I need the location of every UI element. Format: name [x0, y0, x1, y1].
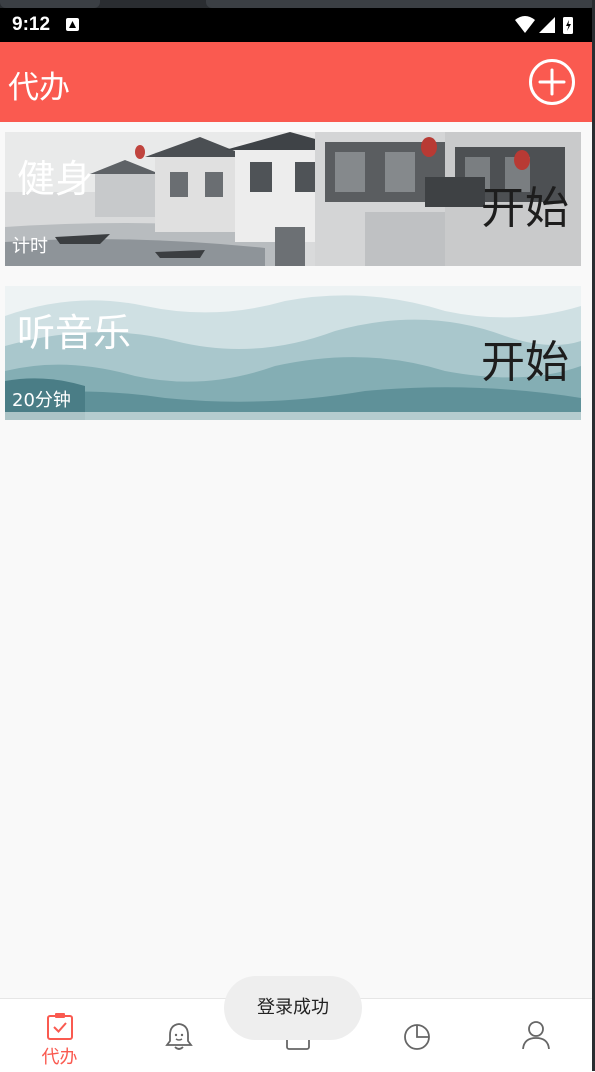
notification-icon: [66, 18, 79, 31]
plus-circle-icon: [529, 59, 575, 105]
app-bar: 代办: [0, 42, 595, 122]
start-button[interactable]: 开始: [481, 172, 569, 236]
nav-item-todo[interactable]: 代办: [0, 999, 119, 1072]
nav-item-profile[interactable]: [476, 999, 595, 1072]
status-time: 9:12: [12, 14, 51, 35]
status-icons: [515, 16, 573, 34]
nav-label-todo: 代办: [41, 1047, 78, 1068]
nav-item-stats[interactable]: [357, 999, 476, 1072]
task-title: 健身: [17, 157, 94, 201]
window-tab: [0, 0, 100, 8]
status-bar: 9:12: [0, 0, 595, 42]
toast-message: 登录成功: [224, 976, 362, 1040]
task-card[interactable]: 听音乐 20分钟 开始: [5, 286, 581, 420]
bell-icon: [165, 1023, 193, 1050]
wifi-icon: [515, 16, 535, 33]
start-button[interactable]: 开始: [481, 326, 569, 390]
task-card[interactable]: 健身 计时 开始: [5, 132, 581, 266]
task-subtitle: 20分钟: [12, 390, 71, 411]
signal-icon: [539, 17, 555, 33]
nav-item-reminder[interactable]: [119, 999, 238, 1072]
task-subtitle: 计时: [12, 236, 48, 257]
add-task-button[interactable]: [528, 58, 576, 106]
page-title: 代办: [8, 70, 70, 106]
window-tab: [206, 0, 595, 8]
task-title: 听音乐: [17, 311, 132, 355]
calendar-check-icon: [47, 1013, 73, 1040]
user-icon: [522, 1021, 550, 1049]
pie-chart-icon: [404, 1024, 430, 1050]
